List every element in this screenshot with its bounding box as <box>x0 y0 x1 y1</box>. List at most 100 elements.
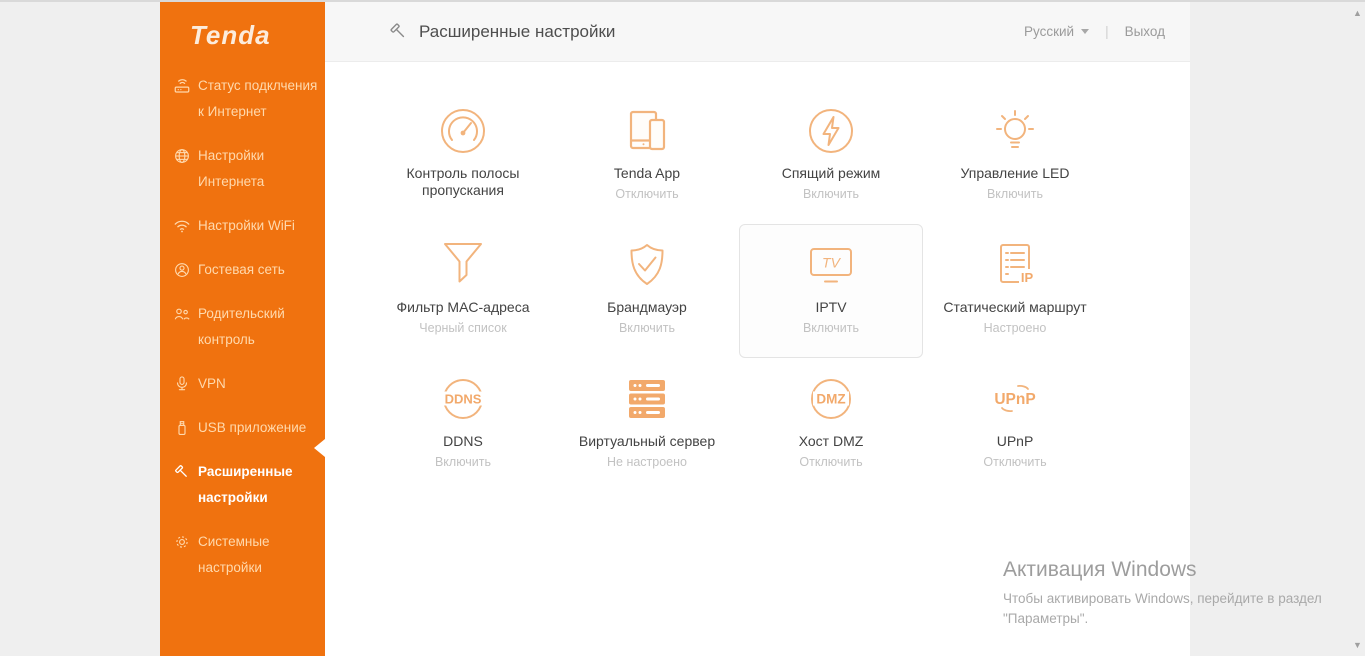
speedometer-icon <box>439 107 487 155</box>
tile-tenda-app[interactable]: Tenda App Отключить <box>555 90 739 224</box>
wrench-icon <box>173 459 191 485</box>
sidebar-item-label: Гостевая сеть <box>198 262 285 277</box>
chevron-down-icon <box>1081 29 1090 34</box>
sidebar-item-label: Настройки WiFi <box>198 218 295 233</box>
tiles-row: Фильтр MAC-адреса Черный список Брандмау… <box>371 224 1107 358</box>
gear-icon <box>173 529 191 555</box>
tile-title: UPnP <box>996 433 1034 449</box>
tiles-row: DDNS DDNS Включить Виртуальный сервер Не… <box>371 358 1107 492</box>
windows-activation-watermark: Активация Windows Чтобы активировать Win… <box>1003 558 1325 629</box>
globe-icon <box>173 143 191 169</box>
tile-title: Хост DMZ <box>798 433 864 449</box>
tile-status: Отключить <box>983 455 1047 469</box>
devices-icon <box>623 107 671 155</box>
vpn-icon <box>173 371 191 397</box>
page-title: Расширенные настройки <box>419 21 616 41</box>
sidebar-item-label: VPN <box>198 376 226 391</box>
sidebar-item-system-settings[interactable]: Системные настройки <box>173 529 319 581</box>
advanced-settings-icon <box>388 21 409 42</box>
server-icon <box>623 375 671 423</box>
scroll-up-icon[interactable]: ▲ <box>1353 9 1362 18</box>
tiles-row: Контроль полосы пропускания Tenda App От… <box>371 90 1107 224</box>
sidebar-item-parental-control[interactable]: Родительский контроль <box>173 301 319 353</box>
watermark-body: Чтобы активировать Windows, перейдите в … <box>1003 591 1322 626</box>
tile-status: Отключить <box>615 187 679 201</box>
sidebar-item-label: Родительский контроль <box>198 306 285 347</box>
sidebar-item-vpn[interactable]: VPN <box>173 371 319 397</box>
tile-status: Настроено <box>983 321 1047 335</box>
funnel-icon <box>439 241 487 289</box>
shield-check-icon <box>623 241 671 289</box>
tiles-grid: Контроль полосы пропускания Tenda App От… <box>371 90 1107 492</box>
language-selector[interactable]: Русский <box>1023 24 1090 39</box>
bulb-icon <box>991 107 1039 155</box>
sidebar-item-label: Настройки Интернета <box>198 148 265 189</box>
upnp-icon-label: UPnP <box>994 391 1035 408</box>
route-list-ip-icon: IP <box>991 241 1039 289</box>
tv-icon-label: TV <box>822 255 842 271</box>
watermark-title: Активация Windows <box>1003 558 1197 581</box>
scrollbar[interactable]: ▲ ▼ <box>1351 2 1365 654</box>
header-right: Русский | Выход <box>1024 24 1165 39</box>
tile-title: Фильтр MAC-адреса <box>396 299 530 315</box>
tile-status: Включить <box>802 187 860 201</box>
tile-status: Включить <box>618 321 676 335</box>
dmz-icon-label: DMZ <box>816 392 845 407</box>
upnp-icon: UPnP <box>991 375 1039 423</box>
guest-network-icon <box>173 257 191 283</box>
tile-title: Контроль полосы пропускания <box>406 165 520 198</box>
tile-status: Черный список <box>419 321 507 335</box>
tile-static-route[interactable]: IP Статический маршрут Настроено <box>923 224 1107 358</box>
page-header: Расширенные настройки Русский | Выход <box>325 2 1190 62</box>
sidebar-item-label: USB приложение <box>198 420 307 435</box>
scroll-down-icon[interactable]: ▼ <box>1353 641 1362 650</box>
sidebar-nav: Статус подклчения к Интернет Настройки И… <box>160 73 325 581</box>
sidebar-item-guest-network[interactable]: Гостевая сеть <box>173 257 319 283</box>
ddns-circle-icon: DDNS <box>439 375 487 423</box>
ddns-icon-label: DDNS <box>445 392 482 407</box>
sidebar-item-internet-status[interactable]: Статус подклчения к Интернет <box>173 73 319 125</box>
lightning-circle-icon <box>807 107 855 155</box>
tile-bandwidth-control[interactable]: Контроль полосы пропускания <box>371 90 555 224</box>
sidebar-item-internet-settings[interactable]: Настройки Интернета <box>173 143 319 195</box>
tile-dmz-host[interactable]: DMZ Хост DMZ Отключить <box>739 358 923 492</box>
sidebar-item-usb-app[interactable]: USB приложение <box>173 415 319 441</box>
tile-title: DDNS <box>443 433 483 449</box>
tile-iptv[interactable]: TV IPTV Включить <box>739 224 923 358</box>
tile-title: Спящий режим <box>781 165 881 181</box>
tv-icon: TV <box>807 241 855 289</box>
dmz-circle-icon: DMZ <box>807 375 855 423</box>
tile-status: Включить <box>434 455 492 469</box>
sidebar-item-label: Расширенные настройки <box>198 464 293 505</box>
router-icon <box>173 73 191 99</box>
logout-button[interactable]: Выход <box>1125 24 1165 39</box>
usb-icon <box>173 415 191 441</box>
tile-status: Включить <box>802 321 860 335</box>
tile-title: Tenda App <box>613 165 681 181</box>
ip-icon-label: IP <box>1021 270 1034 285</box>
sidebar-item-advanced-settings[interactable]: Расширенные настройки <box>173 459 319 511</box>
tile-mac-filter[interactable]: Фильтр MAC-адреса Черный список <box>371 224 555 358</box>
tenda-logo: Tenda <box>190 20 271 50</box>
tile-title: Статический маршрут <box>943 299 1087 315</box>
tile-virtual-server[interactable]: Виртуальный сервер Не настроено <box>555 358 739 492</box>
tile-status: Включить <box>986 187 1044 201</box>
sidebar-item-wifi-settings[interactable]: Настройки WiFi <box>173 213 319 239</box>
tile-title: Управление LED <box>960 165 1070 181</box>
tile-led-control[interactable]: Управление LED Включить <box>923 90 1107 224</box>
tile-ddns[interactable]: DDNS DDNS Включить <box>371 358 555 492</box>
separator: | <box>1105 24 1109 39</box>
sidebar: Tenda Статус подклчения к Интернет Настр… <box>160 2 325 656</box>
language-label: Русский <box>1023 24 1075 39</box>
sidebar-item-label: Статус подклчения к Интернет <box>198 78 318 119</box>
tile-status: Отключить <box>799 455 863 469</box>
tile-sleep-mode[interactable]: Спящий режим Включить <box>739 90 923 224</box>
tile-firewall[interactable]: Брандмауэр Включить <box>555 224 739 358</box>
sidebar-item-label: Системные настройки <box>198 534 270 575</box>
wifi-icon <box>173 213 191 239</box>
tile-title: Виртуальный сервер <box>578 433 716 449</box>
tile-title: Брандмауэр <box>607 299 687 315</box>
tile-status: Не настроено <box>607 455 687 469</box>
tile-upnp[interactable]: UPnP UPnP Отключить <box>923 358 1107 492</box>
selected-item-arrow <box>314 439 325 457</box>
